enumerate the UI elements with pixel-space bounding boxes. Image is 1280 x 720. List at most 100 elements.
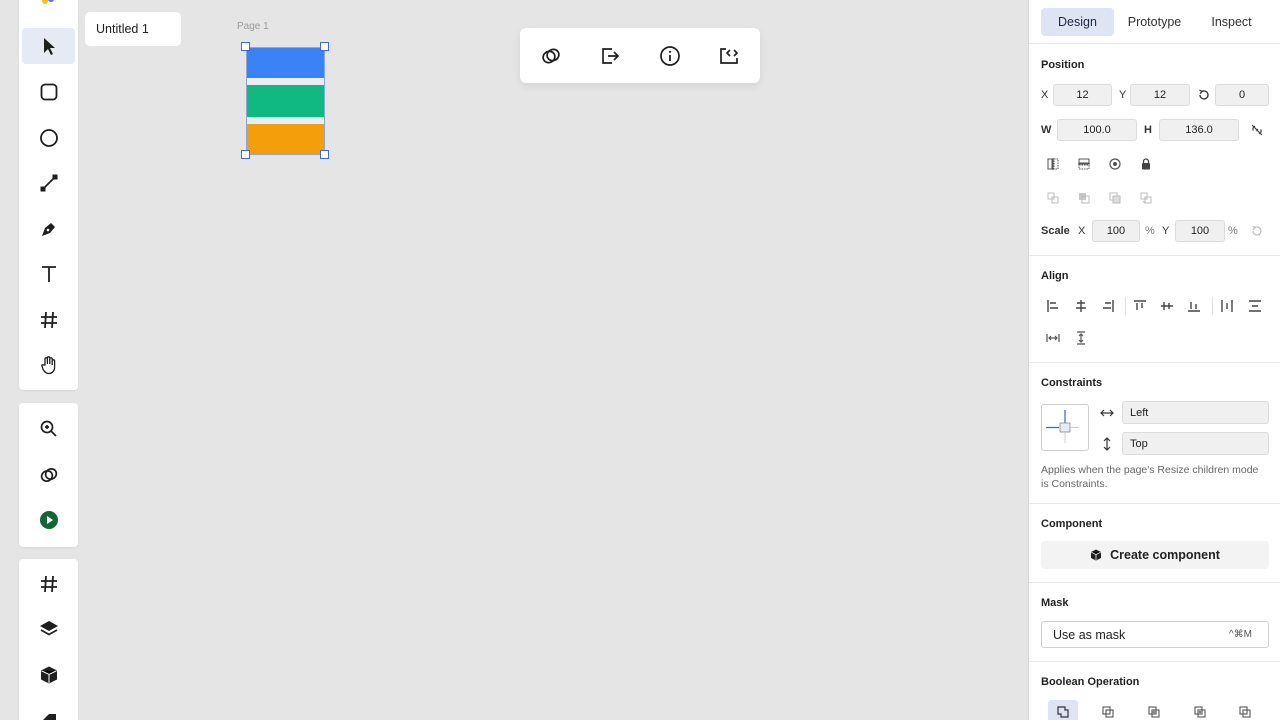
lock-icon[interactable] bbox=[1138, 156, 1154, 172]
y-input[interactable]: 12 bbox=[1130, 84, 1190, 106]
frame-tool-button[interactable] bbox=[22, 302, 75, 338]
flip-vertical-icon[interactable] bbox=[1076, 156, 1092, 172]
resize-handle-bottom-left[interactable] bbox=[241, 150, 250, 159]
scale-y-label: Y bbox=[1162, 225, 1170, 237]
spacing-vertical-icon[interactable] bbox=[1073, 330, 1089, 346]
scale-label: Scale bbox=[1041, 225, 1070, 237]
vertical-arrows-icon bbox=[1099, 436, 1115, 452]
boolean-subtract-button[interactable] bbox=[1093, 700, 1123, 720]
assets-panel-button[interactable] bbox=[22, 657, 75, 693]
reset-scale-icon[interactable] bbox=[1249, 223, 1265, 239]
play-circle-icon bbox=[39, 511, 58, 529]
w-label: W bbox=[1041, 124, 1052, 136]
subtract-icon bbox=[1102, 706, 1114, 718]
y-label: Y bbox=[1119, 89, 1127, 101]
secondary-toolbar bbox=[19, 403, 78, 547]
divider bbox=[1029, 582, 1280, 583]
properties-panel: Design Prototype Inspect Position X 12 Y… bbox=[1028, 0, 1280, 720]
x-label: X bbox=[1041, 89, 1049, 101]
align-left-icon[interactable] bbox=[1045, 298, 1061, 314]
use-as-mask-button[interactable]: Use as mask ^⌘M bbox=[1041, 621, 1269, 648]
align-title: Align bbox=[1041, 270, 1069, 282]
divider bbox=[1029, 255, 1280, 256]
arrange-backward-icon[interactable] bbox=[1107, 190, 1123, 206]
primary-toolbar bbox=[19, 0, 78, 390]
text-tool-button[interactable] bbox=[22, 256, 75, 292]
resize-handle-top-left[interactable] bbox=[241, 42, 250, 51]
tab-inspect[interactable]: Inspect bbox=[1195, 8, 1268, 36]
frames-panel-button[interactable] bbox=[22, 566, 75, 602]
tag-icon bbox=[42, 714, 56, 720]
position-title: Position bbox=[1041, 59, 1085, 71]
tab-design[interactable]: Design bbox=[1041, 8, 1114, 36]
constraints-widget[interactable] bbox=[1041, 404, 1089, 451]
rotation-input[interactable]: 0 bbox=[1215, 84, 1269, 106]
distribute-horizontal-icon[interactable] bbox=[1219, 298, 1235, 314]
h-label: H bbox=[1144, 124, 1152, 136]
boolean-flatten-button[interactable] bbox=[1230, 700, 1260, 720]
align-top-icon[interactable] bbox=[1132, 298, 1148, 314]
line-tool-icon bbox=[40, 174, 57, 192]
flip-horizontal-icon[interactable] bbox=[1045, 156, 1061, 172]
intersect-icon bbox=[1148, 706, 1160, 718]
align-center-h-icon[interactable] bbox=[1073, 298, 1089, 314]
hand-icon bbox=[40, 356, 55, 375]
tab-prototype[interactable]: Prototype bbox=[1118, 8, 1191, 36]
code-button[interactable] bbox=[715, 42, 743, 70]
arrange-forward-icon[interactable] bbox=[1076, 190, 1092, 206]
target-icon[interactable] bbox=[1107, 156, 1123, 172]
vertical-constraint-select[interactable]: Top bbox=[1122, 432, 1269, 455]
boolean-exclude-button[interactable] bbox=[1185, 700, 1215, 720]
hash-frame-icon bbox=[40, 575, 57, 593]
hand-tool-button[interactable] bbox=[22, 347, 75, 383]
boolean-intersect-button[interactable] bbox=[1139, 700, 1169, 720]
align-bottom-icon[interactable] bbox=[1186, 298, 1202, 314]
resize-handle-top-right[interactable] bbox=[320, 42, 329, 51]
play-button[interactable] bbox=[22, 502, 75, 538]
more-tools-button[interactable] bbox=[22, 702, 75, 720]
boolean-union-button[interactable] bbox=[1048, 700, 1078, 720]
overlap-tool-button[interactable] bbox=[22, 457, 75, 493]
arrange-front-icon[interactable] bbox=[1045, 190, 1061, 206]
layers-panel-button[interactable] bbox=[22, 611, 75, 647]
app-logo-icon bbox=[41, 0, 55, 10]
distribute-vertical-icon[interactable] bbox=[1247, 298, 1263, 314]
mask-shortcut: ^⌘M bbox=[1228, 629, 1252, 640]
zoom-in-icon bbox=[40, 420, 57, 437]
divider bbox=[1029, 43, 1280, 44]
width-input[interactable]: 100.0 bbox=[1057, 119, 1137, 141]
horizontal-arrows-icon bbox=[1099, 405, 1115, 421]
overlap-button[interactable] bbox=[537, 42, 565, 70]
rounded-square-icon bbox=[40, 83, 57, 101]
tertiary-toolbar bbox=[19, 559, 78, 720]
height-input[interactable]: 136.0 bbox=[1159, 119, 1239, 141]
exclude-icon bbox=[1194, 706, 1206, 718]
divider bbox=[1029, 362, 1280, 363]
cube-icon bbox=[40, 666, 57, 684]
create-component-button[interactable]: Create component bbox=[1041, 541, 1269, 569]
constraints-title: Constraints bbox=[1041, 377, 1103, 389]
resize-handle-bottom-right[interactable] bbox=[320, 150, 329, 159]
rectangle-tool-button[interactable] bbox=[22, 74, 75, 110]
line-tool-button[interactable] bbox=[22, 165, 75, 201]
document-name-field[interactable]: Untitled 1 bbox=[85, 12, 181, 46]
hash-frame-icon bbox=[40, 311, 57, 329]
x-input[interactable]: 12 bbox=[1053, 84, 1112, 106]
pen-tool-button[interactable] bbox=[22, 211, 75, 247]
arrange-back-icon[interactable] bbox=[1138, 190, 1154, 206]
zoom-tool-button[interactable] bbox=[22, 411, 75, 447]
align-center-v-icon[interactable] bbox=[1159, 298, 1175, 314]
spacing-horizontal-icon[interactable] bbox=[1045, 330, 1061, 346]
scale-x-input[interactable]: 100 bbox=[1092, 220, 1140, 242]
unlink-ratio-icon[interactable] bbox=[1249, 122, 1265, 138]
constraints-note: Applies when the page's Resize children … bbox=[1041, 464, 1259, 490]
info-button[interactable] bbox=[656, 42, 684, 70]
scale-y-input[interactable]: 100 bbox=[1175, 220, 1225, 242]
select-tool-button[interactable] bbox=[22, 28, 75, 64]
horizontal-constraint-select[interactable]: Left bbox=[1122, 401, 1269, 424]
cursor-arrow-icon bbox=[43, 38, 55, 55]
align-right-icon[interactable] bbox=[1100, 298, 1116, 314]
mask-title: Mask bbox=[1041, 597, 1069, 609]
export-button[interactable] bbox=[596, 42, 624, 70]
ellipse-tool-button[interactable] bbox=[22, 120, 75, 156]
